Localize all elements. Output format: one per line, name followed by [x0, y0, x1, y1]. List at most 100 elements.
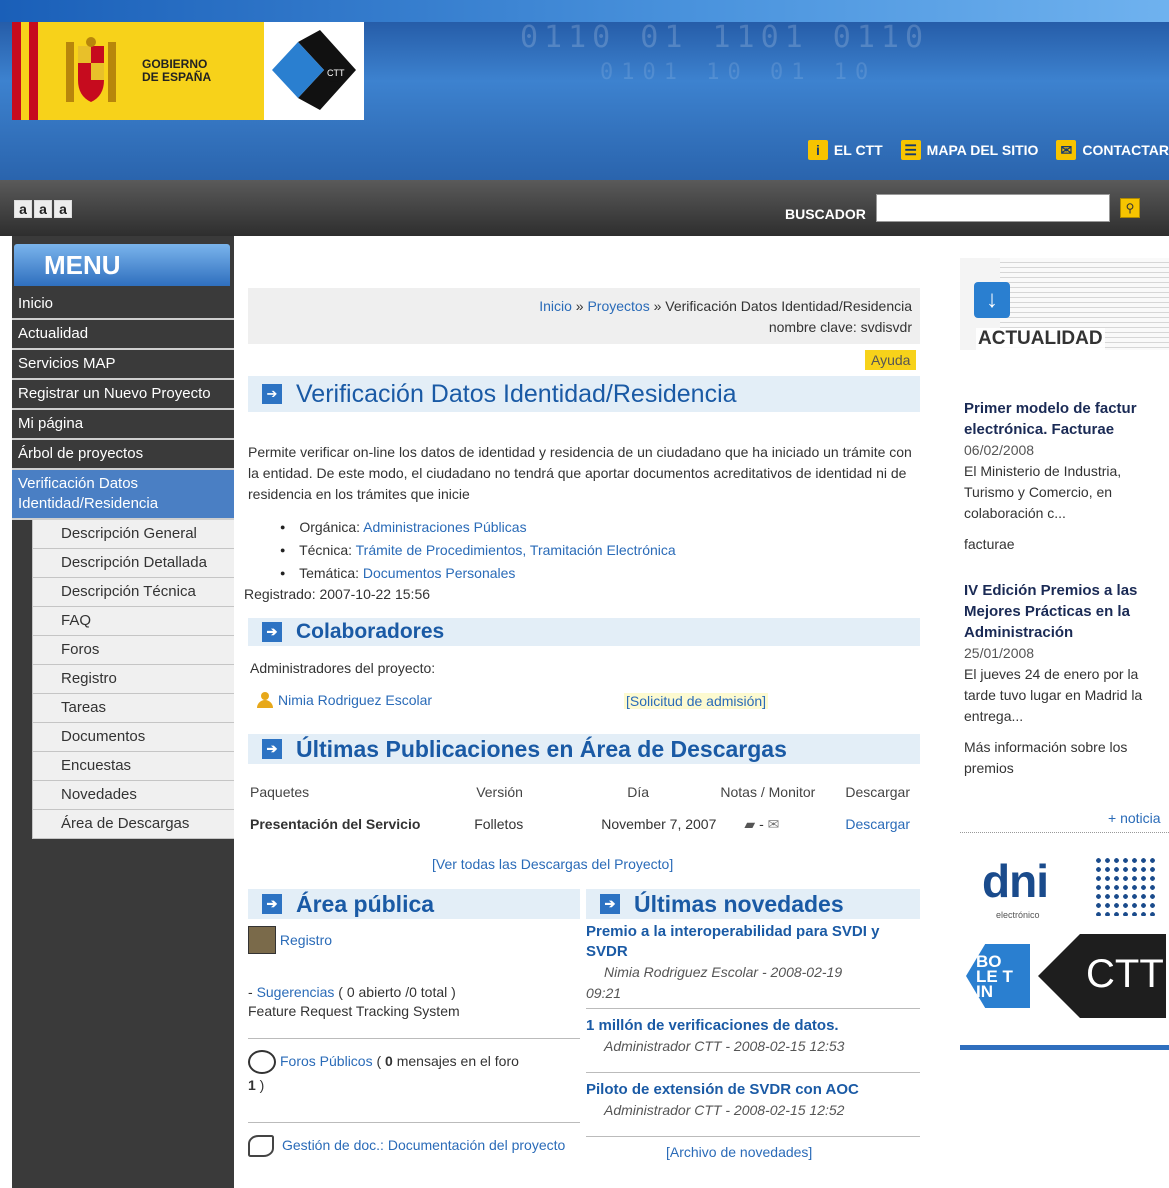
coat-of-arms-icon	[66, 37, 116, 102]
news-item-title[interactable]: Piloto de extensión de SVDR con AOC	[586, 1081, 859, 1098]
package-notes: ▰ - ✉	[718, 808, 843, 840]
submenu-tareas[interactable]: Tareas	[32, 694, 234, 723]
submenu-area-descargas[interactable]: Área de Descargas	[32, 810, 234, 839]
admin-user-link[interactable]: Nimia Rodriguez Escolar	[278, 692, 432, 708]
submenu-novedades[interactable]: Novedades	[32, 781, 234, 810]
right-news-text: El Ministerio de Industria, Turismo y Co…	[964, 463, 1122, 521]
news-item-meta-time: 09:21	[586, 985, 622, 1001]
arrow-icon: ➔	[262, 384, 282, 404]
right-news-title[interactable]: IV Edición Premios a las Mejores Práctic…	[964, 580, 1169, 643]
submenu-descripcion-tecnica[interactable]: Descripción Técnica	[32, 578, 234, 607]
news-item-title[interactable]: Premio a la interoperabilidad para SVDI …	[586, 923, 879, 960]
category-tematica: Temática: Documentos Personales	[280, 563, 676, 586]
font-size-small-button[interactable]: a	[14, 200, 32, 218]
right-news-title[interactable]: Primer modelo de factur electrónica. Fac…	[964, 398, 1169, 440]
divider	[586, 1072, 920, 1073]
help-link[interactable]: Ayuda	[865, 350, 917, 370]
right-news-tag: facturae	[964, 536, 1015, 552]
breadcrumb-projects-link[interactable]: Proyectos	[587, 298, 649, 314]
menu-item-registrar-proyecto[interactable]: Registrar un Nuevo Proyecto	[12, 380, 234, 410]
submenu-faq[interactable]: FAQ	[32, 607, 234, 636]
suggest-counts: ( 0 abierto /0 total )	[334, 984, 456, 1000]
nav-el-ctt[interactable]: i EL CTT	[807, 140, 883, 160]
dni-electronico-logo[interactable]: dni electrónico	[966, 848, 1166, 924]
forums-link[interactable]: Foros Públicos	[280, 1053, 373, 1069]
arrow-icon: ➔	[600, 894, 620, 914]
docs-link[interactable]: Gestión de doc.: Documentación del proye…	[282, 1137, 565, 1153]
menu-item-arbol-proyectos[interactable]: Árbol de proyectos	[12, 440, 234, 470]
news-item-title[interactable]: 1 millón de verificaciones de datos.	[586, 1017, 839, 1034]
dni-text: dni	[982, 855, 1049, 907]
news-archive-link[interactable]: [Archivo de novedades]	[666, 1144, 812, 1160]
ctt-logo-text: CTT	[327, 68, 345, 78]
public-area-header: ➔ Área pública	[248, 889, 580, 919]
ctt-logo[interactable]: CTT	[264, 22, 364, 120]
search-input[interactable]	[876, 194, 1110, 222]
gov-line2: DE ESPAÑA	[142, 70, 212, 84]
submenu-descripcion-detallada[interactable]: Descripción Detallada	[32, 549, 234, 578]
nav-contact[interactable]: ✉ CONTACTAR	[1056, 140, 1169, 160]
notes-icon[interactable]: ▰	[744, 816, 755, 832]
more-news-link[interactable]: + noticia	[1108, 810, 1161, 826]
collaborators-title: Colaboradores	[296, 620, 445, 643]
premios-info-link[interactable]: Más información sobre los premios	[964, 737, 1169, 779]
boletin-ctt: CTT	[1086, 952, 1164, 996]
registro-link[interactable]: Registro	[280, 932, 332, 948]
site-header: 0110 01 1101 0110 0101 10 01 10 GOBIERNO…	[0, 0, 1169, 180]
font-size-medium-button[interactable]: a	[34, 200, 52, 218]
breadcrumb-sep-2: »	[653, 298, 662, 314]
view-all-downloads-link[interactable]: [Ver todas las Descargas del Proyecto]	[432, 856, 673, 872]
right-news-text: El jueves 24 de enero por la tarde tuvo …	[964, 666, 1143, 724]
search-label: BUSCADOR	[785, 206, 866, 222]
category-label: Orgánica:	[299, 519, 361, 535]
menu-list: Inicio Actualidad Servicios MAP Registra…	[12, 290, 234, 839]
search-button[interactable]: ⚲	[1120, 198, 1140, 218]
top-navigation: i EL CTT ☰ MAPA DEL SITIO ✉ CONTACTAR	[790, 138, 1169, 162]
submenu-encuestas[interactable]: Encuestas	[32, 752, 234, 781]
right-news-date: 25/01/2008	[964, 645, 1035, 661]
font-size-large-button[interactable]: a	[54, 200, 72, 218]
breadcrumb-home-link[interactable]: Inicio	[539, 298, 572, 314]
category-tecnica-link[interactable]: Trámite de Procedimientos, Tramitación E…	[356, 542, 676, 558]
actualidad-banner[interactable]: ↓ ACTUALIDAD	[960, 258, 1169, 350]
download-link[interactable]: Descargar	[845, 816, 910, 832]
forums-close: )	[255, 1077, 265, 1094]
arrow-icon: ➔	[262, 739, 282, 759]
category-organica-link[interactable]: Administraciones Públicas	[363, 519, 526, 535]
gov-text: GOBIERNO DE ESPAÑA	[142, 58, 211, 84]
admission-request-link[interactable]: [Solicitud de admisión]	[624, 693, 769, 709]
submenu-foros[interactable]: Foros	[32, 636, 234, 665]
submenu-documentos[interactable]: Documentos	[32, 723, 234, 752]
menu-title: MENU	[44, 250, 121, 280]
suggestions-link[interactable]: Sugerencias	[257, 984, 335, 1000]
package-name: Presentación del Servicio	[250, 816, 421, 832]
downloads-table: Paquetes Versión Día Notas / Monitor Des…	[248, 776, 920, 840]
menu-item-mi-pagina[interactable]: Mi página	[12, 410, 234, 440]
left-sidebar: MENU Inicio Actualidad Servicios MAP Reg…	[12, 236, 234, 1188]
nav-sitemap[interactable]: ☰ MAPA DEL SITIO	[900, 140, 1039, 160]
category-label: Temática:	[299, 565, 359, 581]
forums-open: (	[372, 1053, 386, 1069]
registro-block: Registro	[248, 926, 580, 954]
menu-item-actualidad[interactable]: Actualidad	[12, 320, 234, 350]
gobierno-de-espana-logo[interactable]: GOBIERNO DE ESPAÑA	[12, 22, 264, 120]
admins-label: Administradores del proyecto:	[250, 660, 436, 676]
menu-item-servicios-map[interactable]: Servicios MAP	[12, 350, 234, 380]
divider	[248, 1122, 580, 1123]
table-header-row: Paquetes Versión Día Notas / Monitor Des…	[248, 776, 920, 808]
submenu-registro[interactable]: Registro	[32, 665, 234, 694]
forums-block: Foros Públicos ( 0 mensajes en el foro 1…	[248, 1050, 580, 1096]
menu-item-inicio[interactable]: Inicio	[12, 290, 234, 320]
nav-sitemap-label: MAPA DEL SITIO	[926, 142, 1039, 158]
news-item-meta: Nimia Rodriguez Escolar - 2008-02-19	[604, 964, 843, 980]
menu-item-verificacion-datos[interactable]: Verificación Datos Identidad/Residencia	[12, 470, 234, 520]
registered-date: Registrado: 2007-10-22 15:56	[244, 586, 431, 602]
category-tematica-link[interactable]: Documentos Personales	[363, 565, 516, 581]
spain-flag-stripe	[12, 22, 38, 120]
collaborators-header: ➔ Colaboradores	[248, 618, 920, 646]
suggestions-block: - Sugerencias ( 0 abierto /0 total ) Fea…	[248, 984, 580, 1022]
public-area-title: Área pública	[296, 890, 435, 917]
boletin-ctt-banner[interactable]: BO LE TIN CTT	[966, 934, 1166, 1018]
submenu-descripcion-general[interactable]: Descripción General	[32, 520, 234, 549]
monitor-icon[interactable]: ✉	[768, 816, 780, 832]
